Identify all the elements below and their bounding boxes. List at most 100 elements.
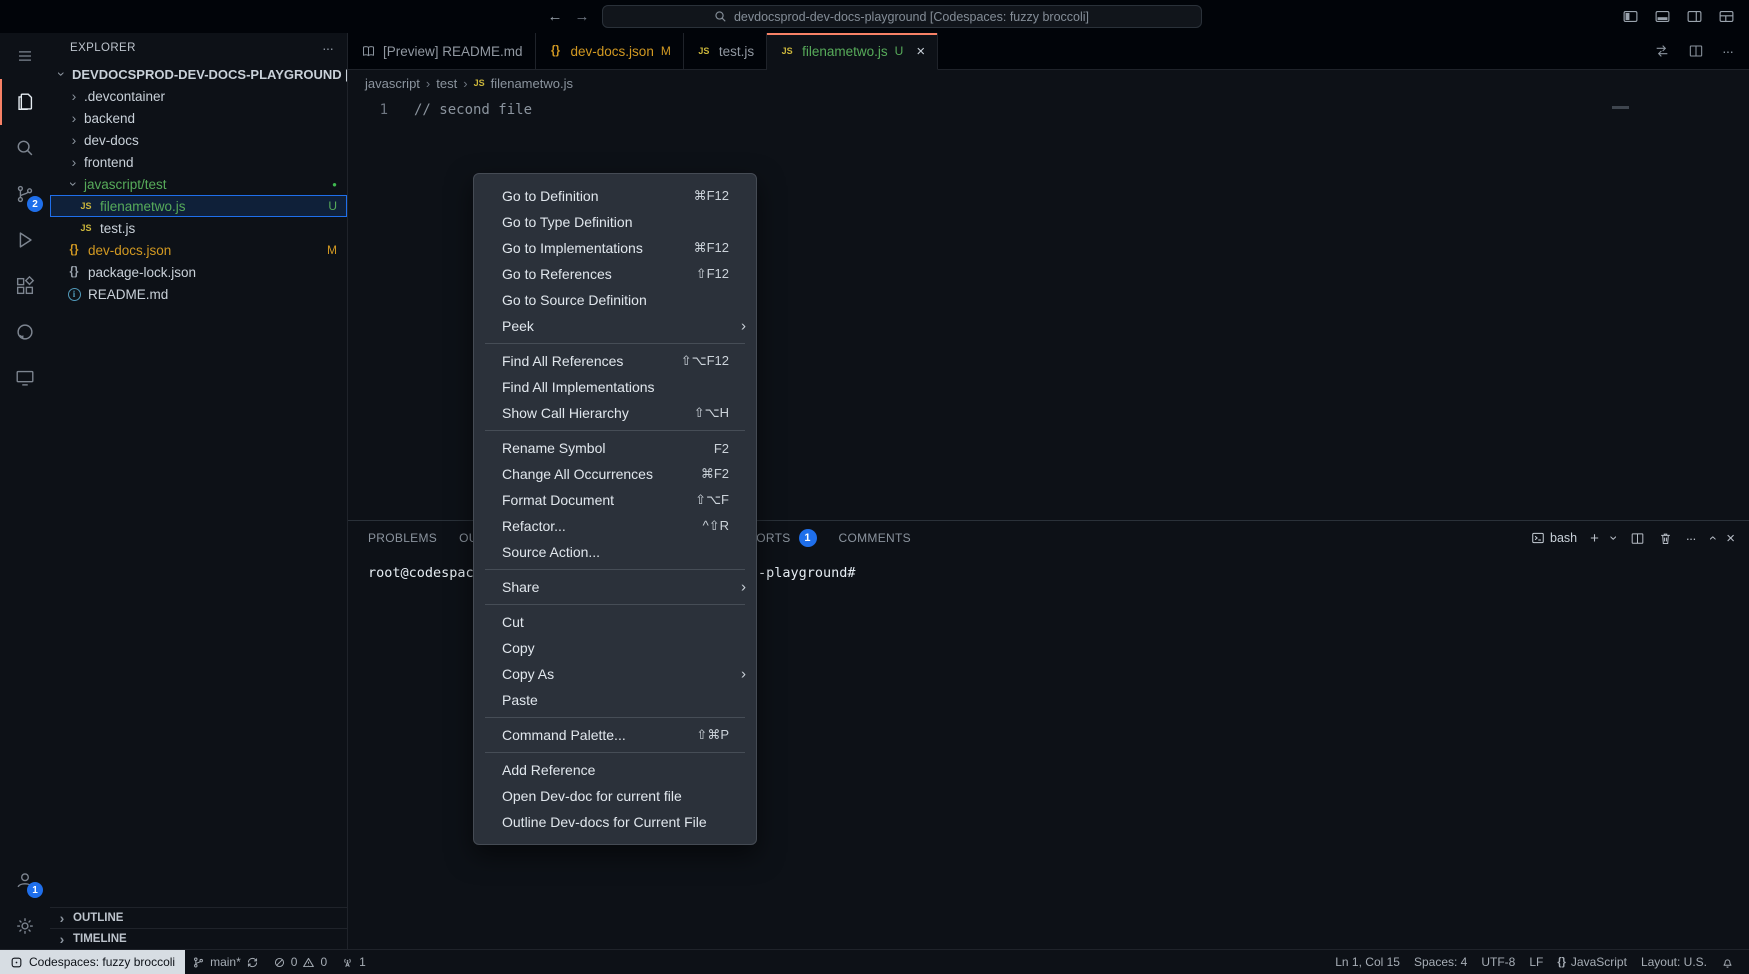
sidebar-item-run-debug[interactable] [0, 217, 50, 263]
file-tree: › DEVDOCSPROD-DEV-DOCS-PLAYGROUND [CO...… [50, 63, 347, 907]
sidebar-item-github[interactable] [0, 309, 50, 355]
command-center[interactable]: devdocsprod-dev-docs-playground [Codespa… [602, 5, 1202, 28]
menu-item-command-palette[interactable]: Command Palette... ⇧⌘P [474, 722, 756, 748]
more-actions-icon[interactable]: ··· [1722, 43, 1733, 59]
menu-item-format-document[interactable]: Format Document ⇧⌥F [474, 487, 756, 513]
panel-tab-comments[interactable]: COMMENTS [839, 522, 911, 555]
encoding[interactable]: UTF-8 [1474, 950, 1522, 974]
account-button[interactable]: 1 [0, 857, 50, 903]
menu-button[interactable] [0, 33, 50, 79]
menu-item-share[interactable]: Share › [474, 574, 756, 600]
more-actions-icon[interactable]: ··· [322, 40, 333, 56]
cursor-position[interactable]: Ln 1, Col 15 [1328, 950, 1407, 974]
menu-item-refactor[interactable]: Refactor... ^⇧R [474, 513, 756, 539]
menu-item-show-call-hierarchy[interactable]: Show Call Hierarchy ⇧⌥H [474, 400, 756, 426]
eol-sequence[interactable]: LF [1522, 950, 1550, 974]
tree-item-package-lock-json[interactable]: {} package-lock.json [50, 261, 347, 283]
language-mode[interactable]: {} JavaScript [1550, 950, 1634, 974]
tree-item-javascript-test[interactable]: › javascript/test ● [50, 173, 347, 195]
kill-terminal-icon[interactable] [1658, 531, 1673, 546]
tab-dev-docs-json[interactable]: {} dev-docs.json M [536, 33, 684, 69]
menu-item-go-to-type-definition[interactable]: Go to Type Definition [474, 209, 756, 235]
menu-item-change-all-occurrences[interactable]: Change All Occurrences ⌘F2 [474, 461, 756, 487]
tree-item-frontend[interactable]: › frontend [50, 151, 347, 173]
menu-item-find-all-references[interactable]: Find All References ⇧⌥F12 [474, 348, 756, 374]
sidebar-item-source-control[interactable]: 2 [0, 171, 50, 217]
tab-preview-readme[interactable]: [Preview] README.md [348, 33, 536, 69]
toggle-panel-icon[interactable] [1654, 8, 1671, 25]
account-badge: 1 [27, 882, 43, 898]
menu-item-cut[interactable]: Cut [474, 609, 756, 635]
menu-item-label: Command Palette... [502, 727, 626, 743]
tree-item-test-js[interactable]: JS test.js [50, 217, 347, 239]
menu-item-paste[interactable]: Paste [474, 687, 756, 713]
chevron-right-icon: › [66, 154, 82, 170]
indentation[interactable]: Spaces: 4 [1407, 950, 1474, 974]
braces-glyph: {} [70, 266, 79, 278]
close-panel-icon[interactable]: × [1726, 531, 1735, 546]
notifications-button[interactable] [1714, 950, 1741, 974]
ports-indicator[interactable]: 1 [334, 950, 373, 974]
split-editor-icon[interactable] [1688, 43, 1704, 59]
menu-item-go-to-definition[interactable]: Go to Definition ⌘F12 [474, 183, 756, 209]
menu-item-rename-symbol[interactable]: Rename Symbol F2 [474, 435, 756, 461]
menu-item-add-reference[interactable]: Add Reference [474, 757, 756, 783]
split-terminal-icon[interactable] [1630, 531, 1645, 546]
forward-button[interactable]: → [575, 8, 590, 25]
menu-item-open-dev-doc[interactable]: Open Dev-doc for current file [474, 783, 756, 809]
menu-item-go-to-source-definition[interactable]: Go to Source Definition [474, 287, 756, 313]
back-button[interactable]: ← [548, 8, 563, 25]
minimap [1612, 106, 1629, 109]
customize-layout-icon[interactable] [1718, 8, 1735, 25]
tree-item-filenametwo-js[interactable]: JS filenametwo.js U [50, 195, 347, 217]
breadcrumb-item[interactable]: filenametwo.js [491, 76, 573, 91]
breadcrumb-item[interactable]: javascript [365, 76, 420, 91]
menu-item-source-action[interactable]: Source Action... [474, 539, 756, 565]
menu-item-outline-dev-docs[interactable]: Outline Dev-docs for Current File [474, 809, 756, 835]
tree-item-dev-docs-json[interactable]: {} dev-docs.json M [50, 239, 347, 261]
more-actions-icon[interactable]: ··· [1686, 532, 1696, 545]
close-icon[interactable]: × [916, 44, 925, 59]
toggle-secondary-sidebar-icon[interactable] [1686, 8, 1703, 25]
menu-item-go-to-references[interactable]: Go to References ⇧F12 [474, 261, 756, 287]
tree-item-devcontainer[interactable]: › .devcontainer [50, 85, 347, 107]
menu-item-find-all-implementations[interactable]: Find All Implementations [474, 374, 756, 400]
breadcrumb-item[interactable]: test [436, 76, 457, 91]
panel-tab-ports[interactable]: PORTS 1 [748, 522, 817, 555]
keyboard-layout[interactable]: Layout: U.S. [1634, 950, 1714, 974]
extensions-icon [14, 275, 36, 297]
tree-item-backend[interactable]: › backend [50, 107, 347, 129]
menu-item-copy[interactable]: Copy [474, 635, 756, 661]
tab-test-js[interactable]: JS test.js [684, 33, 767, 69]
chevron-down-icon[interactable]: › [1607, 536, 1621, 541]
problems-indicator[interactable]: 0 0 [266, 950, 334, 974]
remote-indicator[interactable]: Codespaces: fuzzy broccoli [0, 950, 185, 974]
new-terminal-icon[interactable]: + [1590, 531, 1599, 546]
tab-filenametwo-js[interactable]: JS filenametwo.js U × [767, 33, 938, 70]
sidebar-item-extensions[interactable] [0, 263, 50, 309]
chevron-up-icon[interactable]: › [1704, 536, 1718, 541]
menu-item-label: Cut [502, 614, 524, 630]
timeline-section[interactable]: › TIMELINE [50, 928, 347, 949]
toggle-primary-sidebar-icon[interactable] [1622, 8, 1639, 25]
braces-glyph: {} [551, 45, 560, 57]
menu-item-copy-as[interactable]: Copy As › [474, 661, 756, 687]
tree-item-dev-docs[interactable]: › dev-docs [50, 129, 347, 151]
menu-item-peek[interactable]: Peek › [474, 313, 756, 339]
menu-item-label: Find All References [502, 353, 623, 369]
settings-button[interactable] [0, 903, 50, 949]
tree-item-readme-md[interactable]: i README.md [50, 283, 347, 305]
terminal-shell-selector[interactable]: bash [1531, 531, 1577, 545]
panel-tab-problems[interactable]: PROBLEMS [368, 522, 437, 555]
branch-indicator[interactable]: main* [185, 950, 266, 974]
open-changes-icon[interactable] [1654, 43, 1670, 59]
menu-item-go-to-implementations[interactable]: Go to Implementations ⌘F12 [474, 235, 756, 261]
sidebar-item-search[interactable] [0, 125, 50, 171]
sidebar-item-explorer[interactable] [0, 79, 50, 125]
tab-label: dev-docs.json [571, 44, 654, 59]
menu-item-label: Copy [502, 640, 535, 656]
outline-section[interactable]: › OUTLINE [50, 907, 347, 928]
sidebar-item-remote-explorer[interactable] [0, 355, 50, 401]
tree-item-root[interactable]: › DEVDOCSPROD-DEV-DOCS-PLAYGROUND [CO... [50, 63, 347, 85]
language-label: JavaScript [1571, 955, 1627, 969]
